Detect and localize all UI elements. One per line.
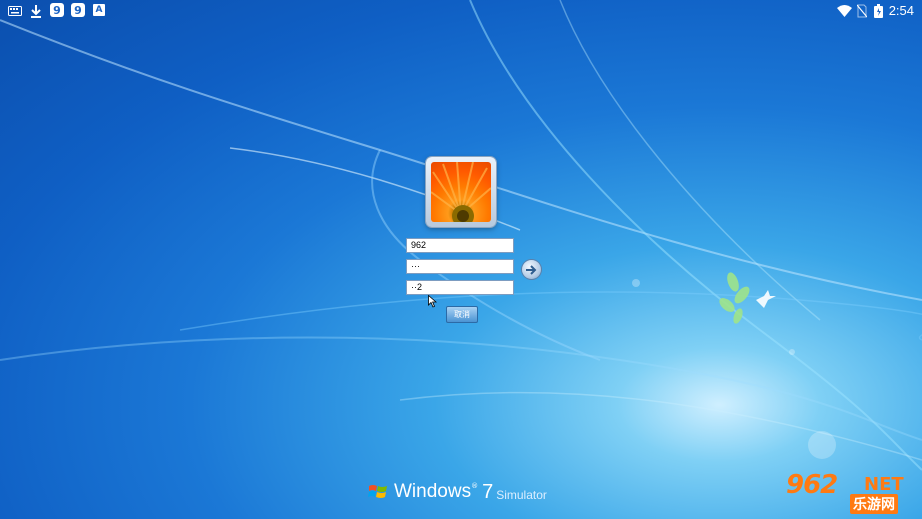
- cancel-button[interactable]: 取消: [446, 306, 478, 323]
- keyboard-icon: [8, 3, 22, 18]
- text-a-icon: A: [93, 4, 105, 16]
- captcha-field[interactable]: ··2: [406, 280, 514, 295]
- username-field[interactable]: 962: [406, 238, 514, 253]
- watermark-net: NET: [864, 474, 904, 495]
- bird-decoration: [756, 290, 776, 308]
- wifi-icon: [837, 3, 852, 18]
- status-time: 2:54: [888, 3, 914, 18]
- status-bar: 9 9 A 2:54: [0, 0, 922, 22]
- brand-name: Windows: [394, 481, 472, 502]
- watermark-number: 962: [786, 470, 838, 500]
- brand-version: 7: [482, 480, 494, 503]
- brand-suffix: Simulator: [496, 488, 547, 502]
- brand-registered: ®: [471, 482, 479, 490]
- mouse-cursor-icon: [428, 295, 437, 308]
- windows-logo-icon: [368, 485, 387, 498]
- site-watermark: 962 NET 乐游网: [780, 468, 918, 514]
- watermark-chinese: 乐游网: [850, 494, 898, 514]
- no-sim-icon: [857, 3, 867, 18]
- leaf-decoration: [719, 272, 750, 324]
- app-9-icon: 9: [50, 3, 64, 17]
- password-field[interactable]: ···: [406, 259, 514, 274]
- download-icon: [30, 3, 42, 18]
- arrow-right-icon: [526, 264, 537, 275]
- app-9-icon: 9: [71, 3, 85, 17]
- flower-picture: [431, 162, 491, 222]
- user-avatar: [426, 157, 496, 227]
- login-arrow-button[interactable]: [522, 260, 541, 279]
- windows-brand: Windows ® 7 Simulator: [368, 480, 547, 504]
- battery-icon: [874, 3, 883, 18]
